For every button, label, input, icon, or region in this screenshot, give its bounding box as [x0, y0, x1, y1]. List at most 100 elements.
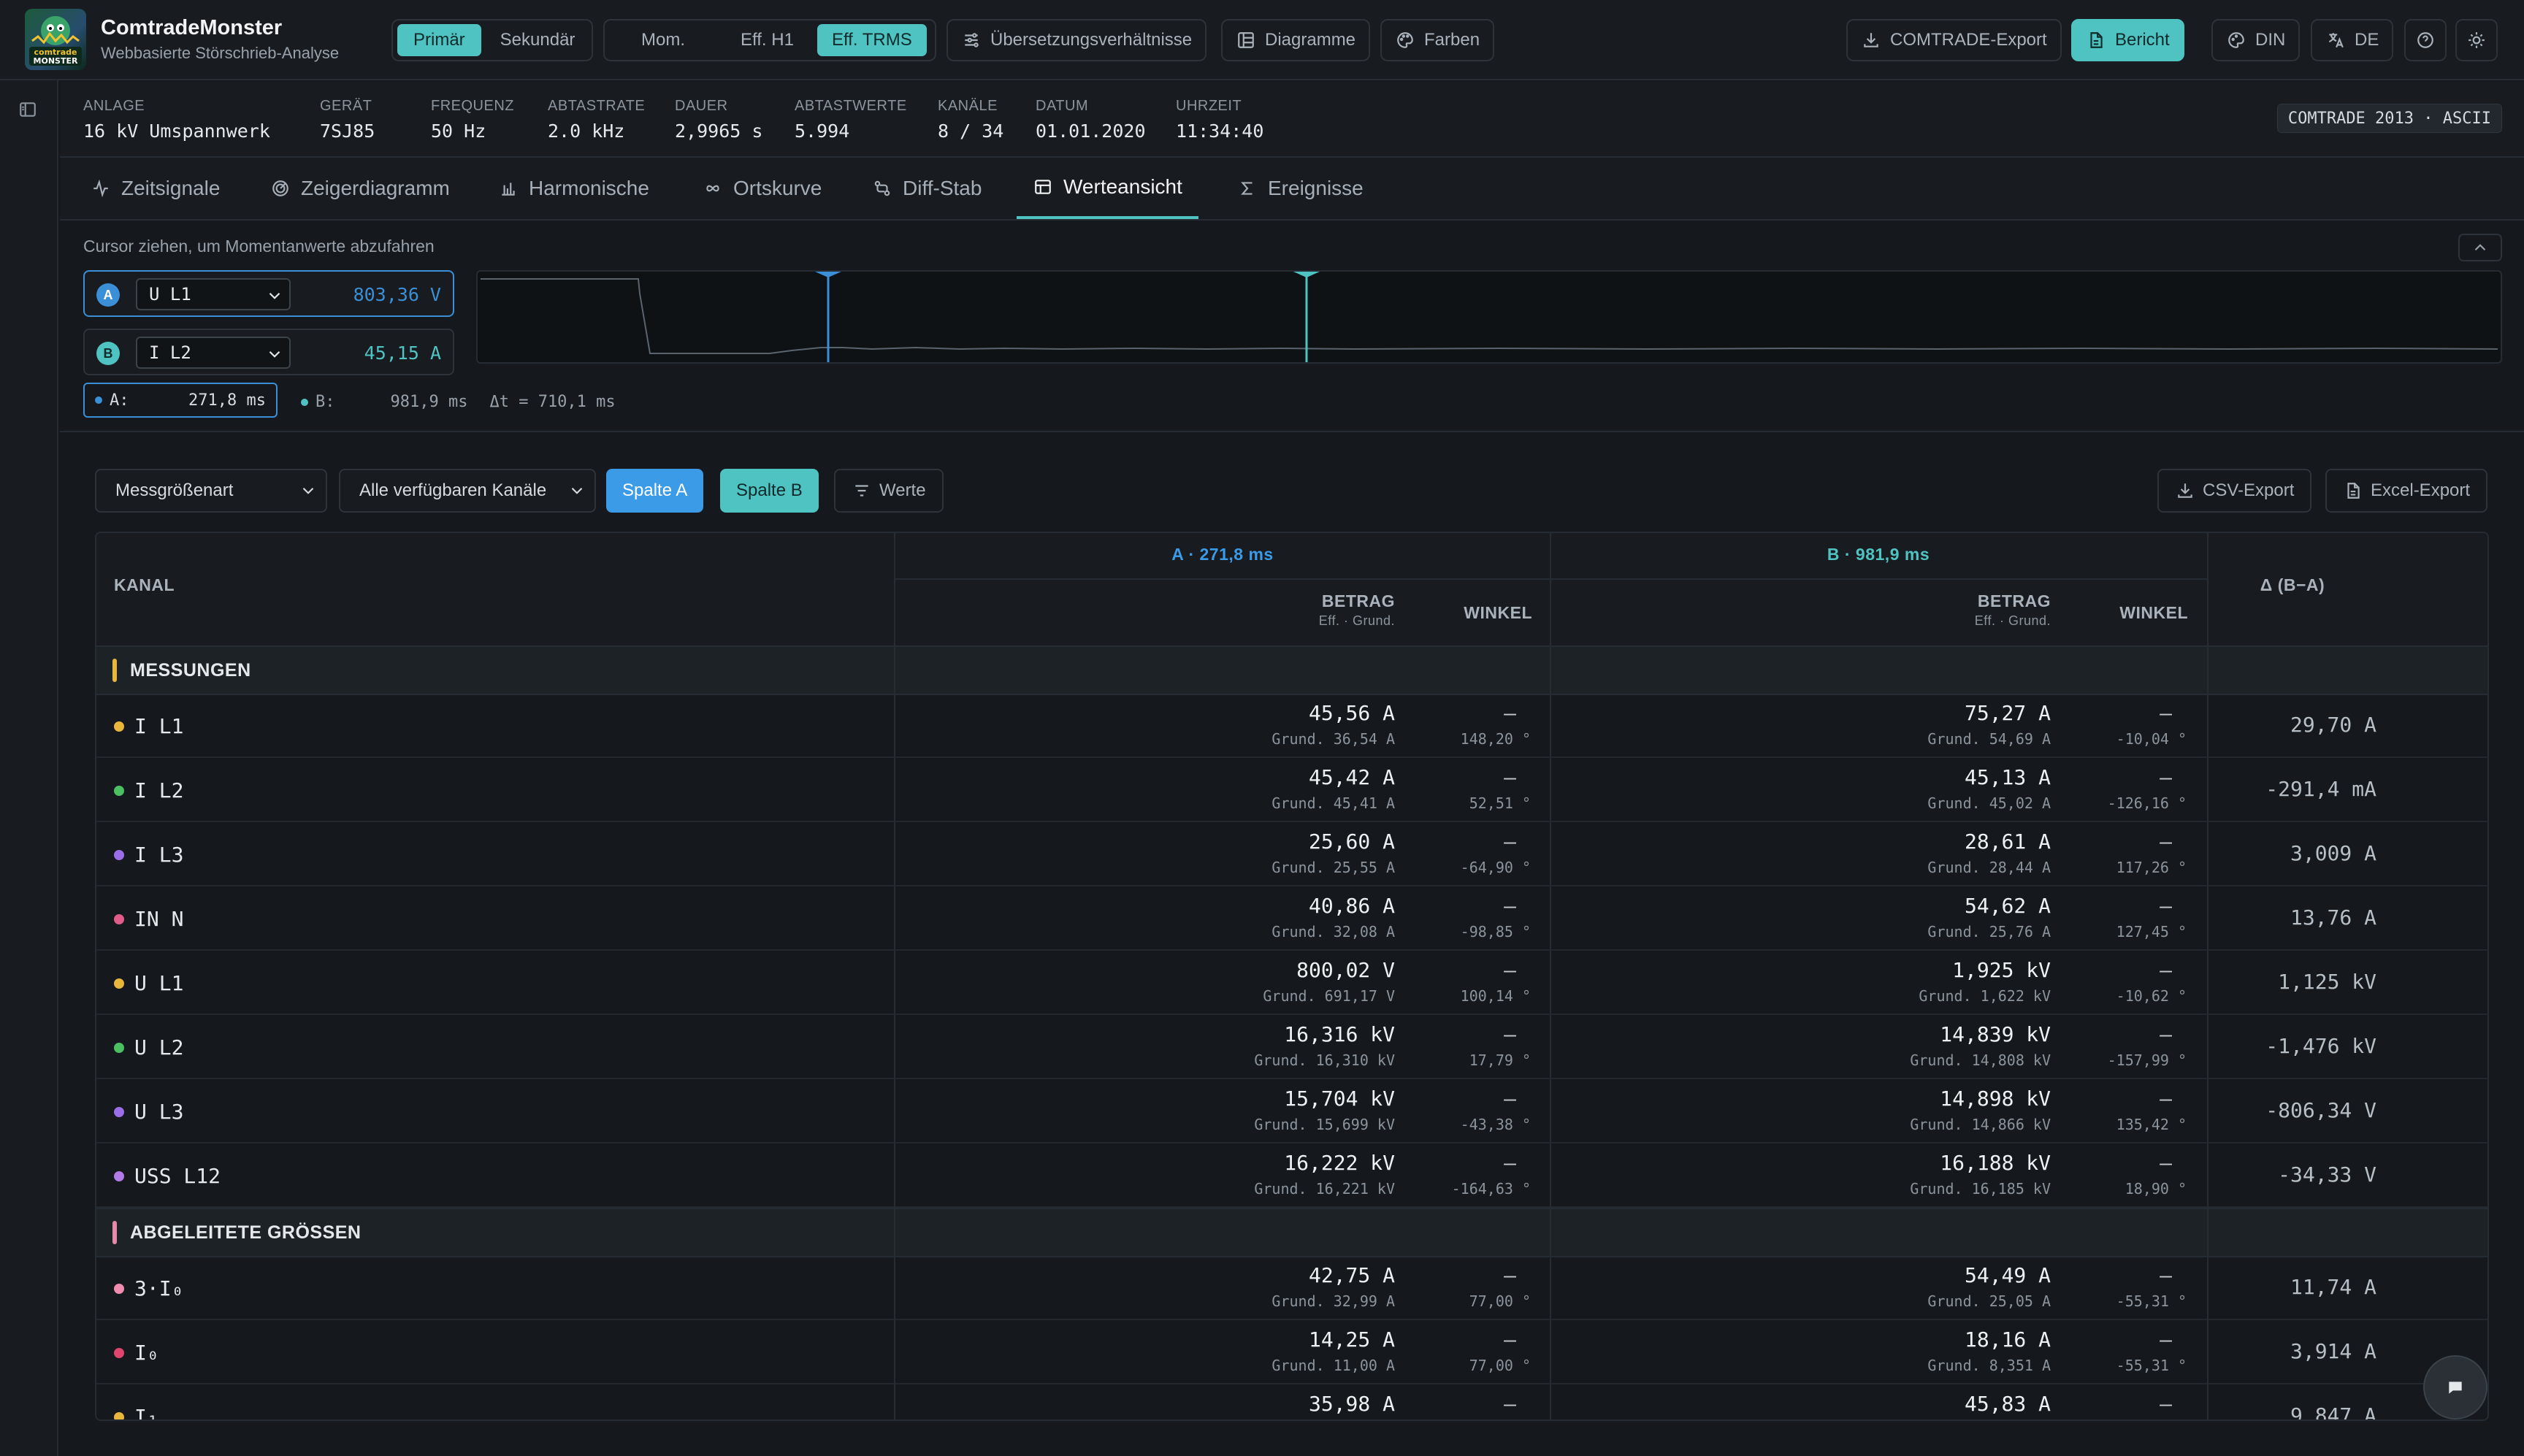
group-color-bar: [112, 1221, 117, 1244]
tab-label: Harmonische: [529, 177, 649, 199]
delta-value: 3,914 A: [2290, 1339, 2376, 1363]
header-divider: [895, 578, 2207, 580]
channel-name: IN N: [134, 907, 184, 931]
b-angle-dash: –: [2160, 1392, 2172, 1416]
channel-name: I L3: [134, 843, 184, 867]
info-label: Kanäle: [938, 98, 998, 114]
mode-h1-button[interactable]: Eff. H1: [720, 24, 814, 56]
info-value: 5.994: [795, 120, 850, 142]
tab-harmonics[interactable]: Harmonische: [482, 158, 665, 219]
info-time: Uhrzeit 11:34:40: [1176, 98, 1263, 142]
chevron-down-icon: [264, 344, 285, 364]
info-label: Dauer: [675, 98, 728, 114]
table-row[interactable]: U L3 15,704 kV Grund. 15,699 kV – -43,38 ° 14…: [96, 1079, 2487, 1143]
delta-value: 29,70 A: [2290, 713, 2376, 737]
cursor-b-value: 45,15 A: [364, 342, 441, 364]
csv-export-button[interactable]: CSV-Export: [2157, 469, 2312, 513]
b-angle-dash: –: [2160, 1151, 2172, 1175]
tab-values[interactable]: Werteansicht: [1017, 158, 1198, 219]
table-row[interactable]: 3·I₀ 42,75 A Grund. 32,99 A –77,00 ° 54,49 A…: [96, 1256, 2487, 1320]
column-b-toggle[interactable]: Spalte B: [720, 469, 819, 513]
collapse-button[interactable]: [2458, 234, 2502, 261]
header-a-angle: WINKEL: [1464, 603, 1532, 622]
info-plant: Anlage 16 kV Umspannwerk: [83, 98, 270, 142]
table-row[interactable]: I L1 45,56 A Grund. 36,54 A –148,20 ° 75,27 …: [96, 694, 2487, 758]
b-angle: -55,31 °: [2116, 1292, 2187, 1310]
channel-filter-select[interactable]: Alle verfügbaren Kanäle: [339, 469, 596, 513]
info-frequency: Frequenz 50 Hz: [431, 98, 514, 142]
cursor-b-time-label: B:: [316, 393, 335, 411]
help-button[interactable]: [2404, 19, 2447, 61]
colors-button[interactable]: Farben: [1380, 19, 1495, 61]
a-angle: -164,63 °: [1451, 1180, 1531, 1198]
colors-label: Farben: [1424, 30, 1480, 50]
secondary-button[interactable]: Sekundär: [484, 24, 592, 56]
table-row[interactable]: I L2 45,42 A Grund. 45,41 A –52,51 ° 45,13 A…: [96, 758, 2487, 822]
tab-diff[interactable]: Diff-Stab: [856, 158, 998, 219]
theme-button[interactable]: [2455, 19, 2498, 61]
a-angle: 52,51 °: [1469, 794, 1531, 812]
a-angle-dash: –: [1504, 894, 1516, 918]
din-button[interactable]: DIN: [2211, 19, 2301, 61]
mode-trms-button[interactable]: Eff. TRMS: [817, 24, 927, 56]
channel-color-dot: [114, 978, 124, 989]
group-label: MESSUNGEN: [130, 659, 251, 681]
chat-button[interactable]: [2423, 1355, 2487, 1419]
comtrade-export-button[interactable]: COMTRADE-Export: [1846, 19, 2062, 61]
a-angle: -43,38 °: [1460, 1116, 1531, 1133]
b-angle: -10,04 °: [2116, 730, 2187, 748]
tab-events[interactable]: Ereignisse: [1221, 158, 1380, 219]
cursor-b-handle[interactable]: [1293, 272, 1320, 277]
tab-locus[interactable]: Ortskurve: [687, 158, 838, 219]
cursor-b-channel: I L2: [149, 342, 191, 363]
table-row[interactable]: USS L12 16,222 kV Grund. 16,221 kV – -164,63…: [96, 1143, 2487, 1208]
bar-chart-icon: [498, 178, 519, 199]
a-angle-dash: –: [1504, 1022, 1516, 1046]
activity-icon: [91, 178, 111, 199]
mini-waveform[interactable]: [476, 270, 2502, 364]
a-angle-dash: –: [1504, 1392, 1516, 1416]
svg-text:MONSTER: MONSTER: [34, 56, 78, 66]
channel-name: I₁: [134, 1405, 159, 1421]
quantity-type-select[interactable]: Messgrößenart: [95, 469, 327, 513]
column-a-toggle[interactable]: Spalte A: [606, 469, 704, 513]
table-row[interactable]: I₀ 14,25 A Grund. 11,00 A –77,00 ° 18,16 A Gr…: [96, 1320, 2487, 1384]
cursor-b-channel-select[interactable]: I L2: [136, 337, 291, 369]
excel-export-button[interactable]: Excel-Export: [2325, 469, 2488, 513]
cursor-b-row[interactable]: B I L2 45,15 A: [83, 329, 454, 375]
cursor-b-badge: B: [96, 342, 120, 365]
cursor-a-channel-select[interactable]: U L1: [136, 278, 291, 310]
b-angle-dash: –: [2160, 765, 2172, 789]
sliders-icon: [961, 30, 982, 50]
cursor-a-channel: U L1: [149, 284, 191, 304]
file-icon: [2343, 480, 2363, 501]
sidebar-toggle-icon[interactable]: [18, 99, 38, 120]
cursor-a-badge: A: [96, 283, 120, 307]
table-row[interactable]: U L1 800,02 V Grund. 691,17 V –100,14 ° 1,92…: [96, 951, 2487, 1015]
values-filter-button[interactable]: Werte: [834, 469, 944, 513]
table-row[interactable]: IN N 40,86 A Grund. 32,08 A – -98,85 ° 54,62 …: [96, 886, 2487, 951]
top-bar: comtrade MONSTER ComtradeMonster Webbasi…: [0, 0, 2524, 80]
table-row[interactable]: U L2 16,316 kV Grund. 16,310 kV –17,79 ° 14,…: [96, 1015, 2487, 1079]
cursor-a-handle[interactable]: [815, 272, 841, 277]
table-row[interactable]: I L3 25,60 A Grund. 25,55 A – -64,90 ° 28,61 …: [96, 822, 2487, 886]
tab-time-signals[interactable]: Zeitsignale: [74, 158, 236, 219]
a-angle-dash: –: [1504, 701, 1516, 725]
values-table: KANAL A · 271,8 ms B · 981,9 ms BETRAG E…: [95, 532, 2489, 1421]
view-tabs: Zeitsignale Zeigerdiagramm Harmonische O…: [60, 158, 2524, 221]
language-button[interactable]: DE: [2311, 19, 2394, 61]
cursor-a-time-input[interactable]: A: 271,8 ms: [83, 383, 278, 418]
app-title: ComtradeMonster: [101, 16, 283, 39]
primary-button[interactable]: Primär: [397, 24, 481, 56]
info-channels: Kanäle 8 / 34: [938, 98, 1003, 142]
table-row[interactable]: I₁ 35,98 A –45,83 A –9,847 A: [96, 1384, 2487, 1421]
group-color-bar: [112, 659, 117, 682]
diagrams-button[interactable]: Diagramme: [1221, 19, 1371, 61]
report-button[interactable]: Bericht: [2071, 19, 2184, 61]
info-device: Gerät 7SJ85: [320, 98, 375, 142]
delta-value: 3,009 A: [2290, 841, 2376, 865]
tab-phasor[interactable]: Zeigerdiagramm: [254, 158, 466, 219]
ratios-button[interactable]: Übersetzungsverhältnisse: [946, 19, 1207, 61]
cursor-a-row[interactable]: A U L1 803,36 V: [83, 270, 454, 317]
mode-momentary-button[interactable]: Mom.: [609, 24, 717, 56]
